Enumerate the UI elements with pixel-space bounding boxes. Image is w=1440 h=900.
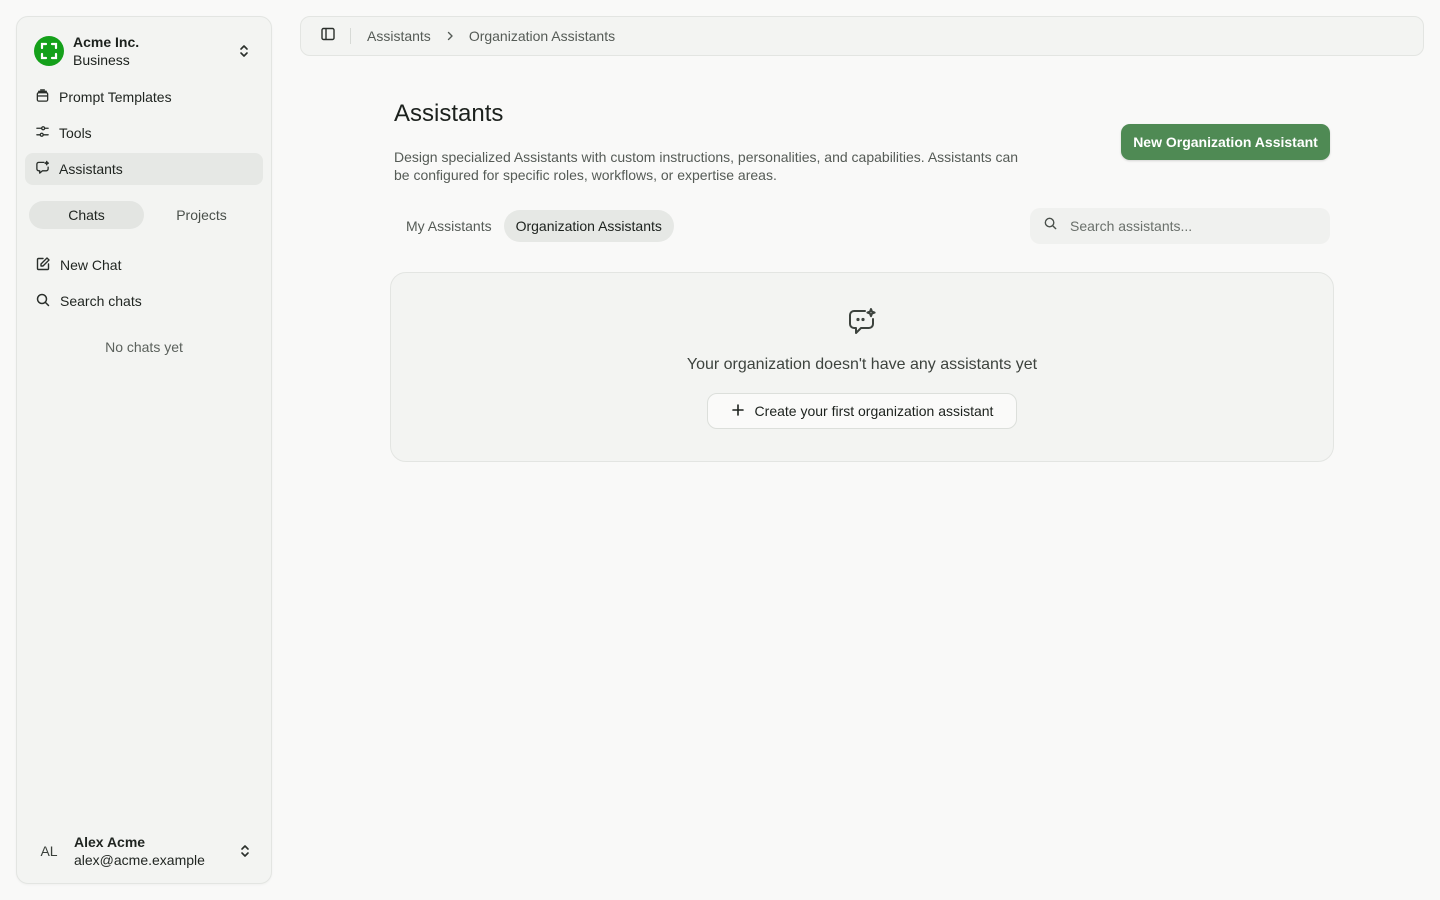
sidebar-toggle-button[interactable]	[314, 22, 342, 50]
empty-state-card: Your organization doesn't have any assis…	[390, 272, 1334, 462]
no-chats-message: No chats yet	[105, 339, 183, 355]
tab-my-assistants[interactable]: My Assistants	[394, 210, 504, 242]
search-chats-label: Search chats	[60, 293, 142, 309]
nav-tools[interactable]: Tools	[25, 117, 263, 149]
org-logo-icon	[34, 36, 64, 66]
new-organization-assistant-button[interactable]: New Organization Assistant	[1121, 124, 1330, 160]
assistant-icon	[35, 160, 59, 178]
nav-label: Assistants	[59, 161, 123, 177]
new-chat-label: New Chat	[60, 257, 122, 273]
search-chats-button[interactable]: Search chats	[25, 285, 263, 317]
page-description: Design specialized Assistants with custo…	[394, 149, 1019, 183]
empty-state-message: Your organization doesn't have any assis…	[686, 356, 1038, 373]
user-email: alex@acme.example	[74, 852, 205, 868]
nav-label: Prompt Templates	[59, 89, 172, 105]
org-switcher[interactable]: Acme Inc. Business	[34, 31, 256, 71]
tab-projects[interactable]: Projects	[144, 201, 259, 229]
breadcrumb-assistants[interactable]: Assistants	[367, 28, 431, 44]
breadcrumb-current: Organization Assistants	[468, 28, 616, 44]
create-first-assistant-button[interactable]: Create your first organization assistant	[707, 393, 1017, 429]
org-name: Acme Inc.	[73, 34, 140, 50]
chevron-right-icon	[444, 30, 456, 42]
page-title: Assistants	[394, 100, 504, 127]
user-menu[interactable]: AL Alex Acme alex@acme.example	[33, 833, 257, 869]
search-box	[1030, 208, 1330, 244]
top-bar: Assistants Organization Assistants	[300, 16, 1424, 56]
sidebar: Acme Inc. Business Prompt Templates Tool…	[16, 16, 272, 884]
search-assistants-input[interactable]	[1070, 218, 1310, 234]
create-button-label: Create your first organization assistant	[754, 403, 994, 419]
search-icon	[1043, 216, 1058, 236]
chevrons-up-down-icon	[236, 43, 252, 64]
user-name: Alex Acme	[74, 834, 146, 850]
template-icon	[35, 88, 59, 106]
tab-chats[interactable]: Chats	[29, 201, 144, 229]
assistant-sparkle-icon	[846, 306, 878, 343]
divider	[350, 28, 351, 44]
sidebar-toggle-icon	[320, 26, 336, 47]
chevrons-up-down-icon	[237, 843, 253, 864]
tab-organization-assistants[interactable]: Organization Assistants	[503, 210, 674, 242]
search-icon	[35, 292, 60, 311]
tools-icon	[35, 124, 59, 142]
new-chat-button[interactable]: New Chat	[25, 249, 263, 281]
nav-prompt-templates[interactable]: Prompt Templates	[25, 81, 263, 113]
plus-icon	[731, 403, 755, 420]
org-plan: Business	[73, 52, 130, 68]
avatar: AL	[40, 843, 58, 859]
assistant-tabs: My Assistants Organization Assistants	[394, 210, 674, 242]
nav-assistants[interactable]: Assistants	[25, 153, 263, 185]
nav-label: Tools	[59, 125, 92, 141]
chats-projects-toggle: Chats Projects	[29, 201, 259, 229]
new-chat-icon	[35, 256, 60, 275]
